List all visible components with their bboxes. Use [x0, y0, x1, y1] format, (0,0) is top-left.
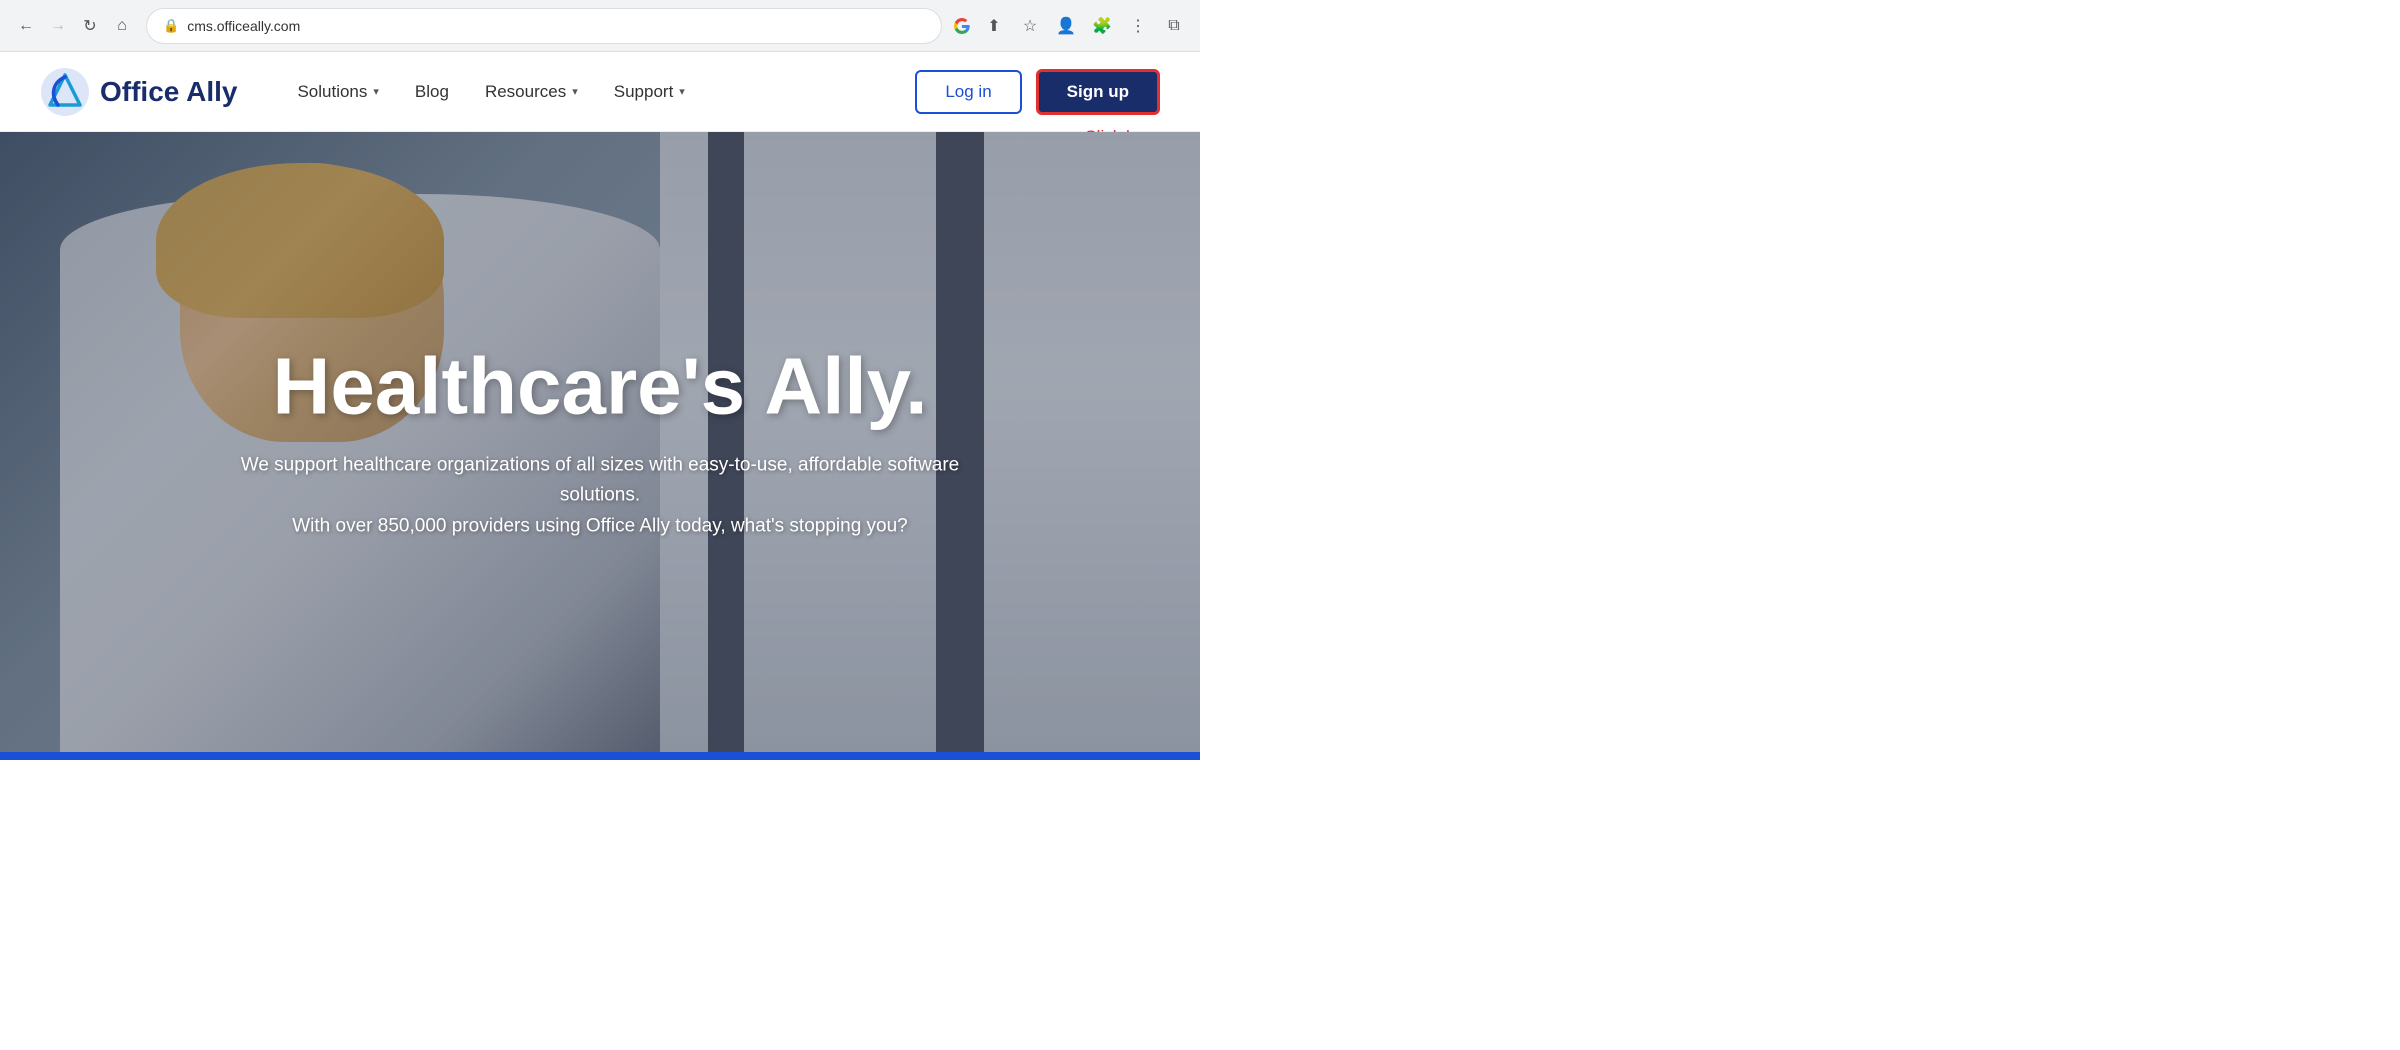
logo-icon — [40, 67, 90, 117]
site-header: Office Ally Solutions ▾ Blog Resources ▾… — [0, 52, 1200, 132]
extensions-button[interactable]: 🧩 — [1088, 12, 1116, 40]
google-icon — [952, 16, 972, 36]
reload-button[interactable]: ↻ — [76, 12, 104, 40]
url-text: cms.officeally.com — [187, 18, 925, 34]
address-bar[interactable]: 🔒 cms.officeally.com — [146, 8, 942, 44]
hero-title: Healthcare's Ally. — [150, 342, 1050, 430]
solutions-chevron-icon: ▾ — [373, 85, 379, 98]
profile-button[interactable]: 👤 — [1052, 12, 1080, 40]
hero-content: Healthcare's Ally. We support healthcare… — [150, 342, 1050, 541]
hero-subtitle: We support healthcare organizations of a… — [225, 450, 975, 541]
hero-section: Healthcare's Ally. We support healthcare… — [0, 132, 1200, 752]
back-button[interactable]: ← — [12, 12, 40, 40]
nav-solutions[interactable]: Solutions ▾ — [297, 82, 378, 102]
resources-chevron-icon: ▾ — [572, 85, 578, 98]
signup-button[interactable]: Sign up — [1036, 69, 1160, 115]
nav-resources[interactable]: Resources ▾ — [485, 82, 578, 102]
nav-buttons: ← → ↻ ⌂ — [12, 12, 136, 40]
header-actions: Log in Sign up Click here — [915, 69, 1160, 115]
lock-icon: 🔒 — [163, 18, 179, 34]
main-nav: Solutions ▾ Blog Resources ▾ Support ▾ — [297, 82, 915, 102]
nav-support[interactable]: Support ▾ — [614, 82, 685, 102]
nav-blog[interactable]: Blog — [415, 82, 449, 102]
browser-chrome: ← → ↻ ⌂ 🔒 cms.officeally.com ⬆ ☆ 👤 🧩 ⋮ ⧉ — [0, 0, 1200, 52]
forward-button[interactable]: → — [44, 12, 72, 40]
support-chevron-icon: ▾ — [679, 85, 685, 98]
share-button[interactable]: ⬆ — [980, 12, 1008, 40]
login-button[interactable]: Log in — [915, 70, 1021, 114]
logo[interactable]: Office Ally — [40, 67, 237, 117]
browser-actions: ⬆ ☆ 👤 🧩 ⋮ ⧉ — [952, 12, 1188, 40]
bookmark-button[interactable]: ☆ — [1016, 12, 1044, 40]
menu-button[interactable]: ⋮ — [1124, 12, 1152, 40]
blue-bar — [0, 752, 1200, 760]
logo-text: Office Ally — [100, 76, 237, 108]
home-button[interactable]: ⌂ — [108, 12, 136, 40]
split-view-button[interactable]: ⧉ — [1160, 12, 1188, 40]
